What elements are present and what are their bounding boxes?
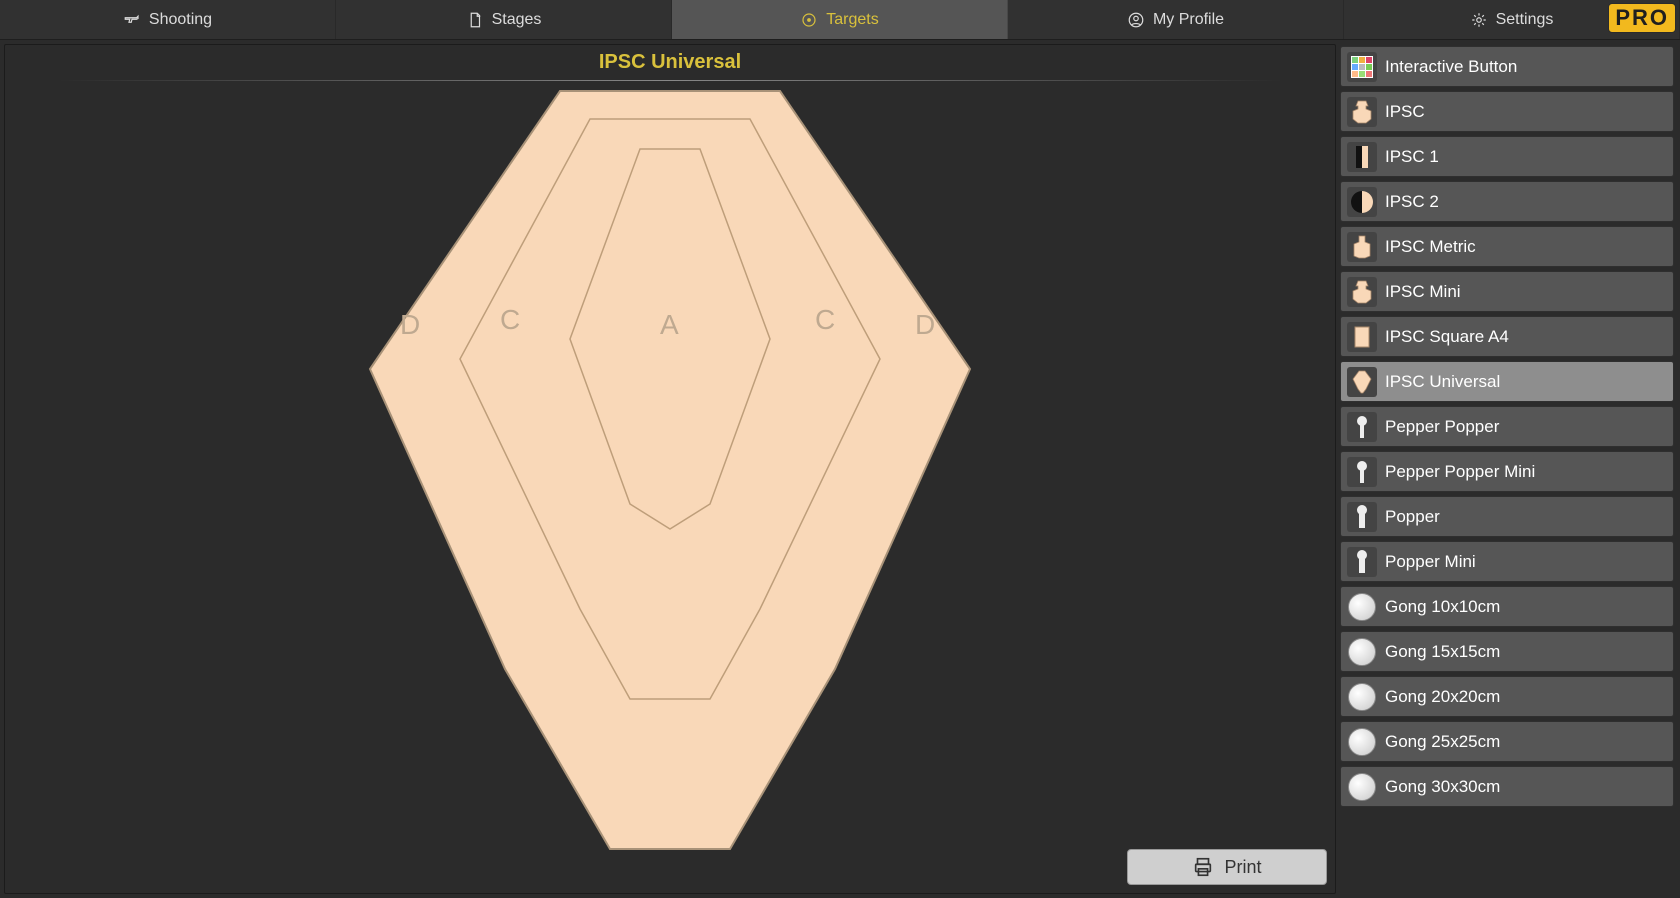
target-item-label: Gong 30x30cm [1385,777,1500,797]
document-icon [466,11,484,29]
target-icon [800,11,818,29]
target-list[interactable]: Interactive Button IPSC IPSC 1 IPSC 2 IPSC M… [1340,44,1676,894]
target-thumb-icon [1347,97,1377,127]
tab-targets[interactable]: Targets [672,0,1008,39]
target-item-label: IPSC [1385,102,1425,122]
zone-d-left-label: D [400,309,420,340]
target-item-ipsc-1[interactable]: IPSC 1 [1340,136,1674,177]
printer-icon [1192,856,1214,878]
target-item-gong-25x25cm[interactable]: Gong 25x25cm [1340,721,1674,762]
target-item-label: Gong 25x25cm [1385,732,1500,752]
target-item-ipsc[interactable]: IPSC [1340,91,1674,132]
tab-label: Stages [492,11,542,29]
target-thumb-icon [1347,457,1377,487]
target-thumb-icon [1347,682,1377,712]
gear-icon [1470,11,1488,29]
profile-icon [1127,11,1145,29]
target-thumb-icon [1347,142,1377,172]
target-thumb-icon [1347,547,1377,577]
target-item-ipsc-2[interactable]: IPSC 2 [1340,181,1674,222]
zone-d-right-label: D [915,309,935,340]
target-item-label: Interactive Button [1385,57,1517,77]
tab-label: My Profile [1153,11,1224,29]
top-nav: Shooting Stages Targets My Profile Setti… [0,0,1680,40]
target-graphic: A C C D D [360,89,980,859]
target-item-gong-10x10cm[interactable]: Gong 10x10cm [1340,586,1674,627]
content: IPSC Universal A C C D D Print Interacti… [0,40,1680,898]
target-item-label: Popper Mini [1385,552,1476,572]
target-item-pepper-popper[interactable]: Pepper Popper [1340,406,1674,447]
print-label: Print [1224,857,1261,878]
target-thumb-icon [1347,367,1377,397]
tab-label: Settings [1496,11,1554,29]
target-item-label: IPSC Metric [1385,237,1476,257]
target-item-ipsc-mini[interactable]: IPSC Mini [1340,271,1674,312]
tab-label: Shooting [149,11,212,29]
target-item-ipsc-square-a4[interactable]: IPSC Square A4 [1340,316,1674,357]
target-thumb-icon [1347,637,1377,667]
target-item-popper[interactable]: Popper [1340,496,1674,537]
zone-a-label: A [660,309,679,340]
divider [58,80,1282,81]
target-item-gong-20x20cm[interactable]: Gong 20x20cm [1340,676,1674,717]
target-item-label: IPSC 2 [1385,192,1439,212]
target-thumb-icon [1347,187,1377,217]
tab-stages[interactable]: Stages [336,0,672,39]
target-item-gong-15x15cm[interactable]: Gong 15x15cm [1340,631,1674,672]
target-item-label: IPSC Square A4 [1385,327,1509,347]
target-item-label: Gong 15x15cm [1385,642,1500,662]
target-item-label: IPSC 1 [1385,147,1439,167]
tab-shooting[interactable]: Shooting [0,0,336,39]
target-item-gong-30x30cm[interactable]: Gong 30x30cm [1340,766,1674,807]
target-item-interactive-button[interactable]: Interactive Button [1340,46,1674,87]
target-thumb-icon [1347,727,1377,757]
target-item-label: IPSC Universal [1385,372,1500,392]
target-item-pepper-popper-mini[interactable]: Pepper Popper Mini [1340,451,1674,492]
gun-icon [123,11,141,29]
target-thumb-icon [1347,322,1377,352]
target-preview-panel: IPSC Universal A C C D D Print [4,44,1336,894]
target-thumb-icon [1347,52,1377,82]
print-button[interactable]: Print [1127,849,1327,885]
zone-c-right-label: C [815,304,835,335]
tab-label: Targets [826,11,878,29]
pro-badge[interactable]: PRO [1608,3,1676,33]
target-item-label: Gong 10x10cm [1385,597,1500,617]
target-item-label: IPSC Mini [1385,282,1461,302]
target-thumb-icon [1347,592,1377,622]
target-thumb-icon [1347,772,1377,802]
target-item-label: Gong 20x20cm [1385,687,1500,707]
target-thumb-icon [1347,277,1377,307]
tab-my-profile[interactable]: My Profile [1008,0,1344,39]
target-thumb-icon [1347,232,1377,262]
zone-c-left-label: C [500,304,520,335]
target-thumb-icon [1347,412,1377,442]
target-item-popper-mini[interactable]: Popper Mini [1340,541,1674,582]
target-item-ipsc-metric[interactable]: IPSC Metric [1340,226,1674,267]
target-item-label: Pepper Popper [1385,417,1499,437]
preview-title: IPSC Universal [599,51,741,74]
target-item-label: Pepper Popper Mini [1385,462,1535,482]
target-item-ipsc-universal[interactable]: IPSC Universal [1340,361,1674,402]
target-item-label: Popper [1385,507,1440,527]
target-thumb-icon [1347,502,1377,532]
